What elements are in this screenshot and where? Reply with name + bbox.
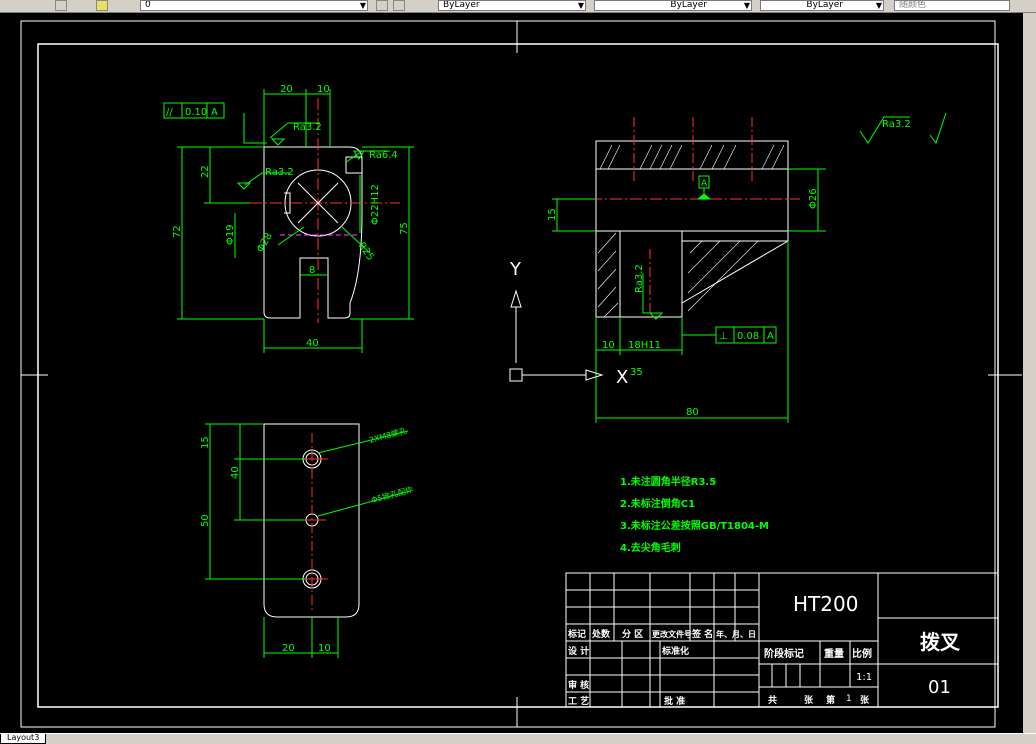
tb-date: 年、月、日: [716, 629, 756, 639]
color-value: ByLayer: [443, 0, 480, 10]
note-pin: Φ5锥孔配作: [370, 484, 415, 505]
ra-32-left: Ra3.2: [265, 167, 294, 178]
parallel-value: 0.10: [185, 107, 207, 118]
roughness-general-text: Ra3.2: [882, 119, 911, 130]
bottom-dim-40: 40: [230, 466, 241, 479]
tb-drawing-no: 01: [928, 677, 951, 698]
tb-scale: 1:1: [856, 672, 872, 683]
tb-sheet-no: 1: [846, 694, 852, 704]
side-dim-10: 10: [602, 340, 615, 351]
tb-material: HT200: [793, 592, 858, 616]
chevron-down-icon: ▼: [875, 1, 882, 10]
tb-stage-mark: 阶段标记: [764, 647, 804, 660]
dim-10-top: 10: [317, 84, 330, 95]
ra-64: Ra6.4: [369, 150, 398, 161]
plotstyle-value: 随颜色: [899, 0, 927, 10]
tb-process: 工 艺: [568, 695, 589, 707]
dim-phi22: Φ22H12: [370, 184, 381, 225]
dim-40: 40: [306, 338, 319, 349]
side-dim-18: 18H11: [628, 340, 661, 351]
dim-r25: R25: [356, 240, 376, 262]
side-ra-32: Ra3.2: [634, 264, 645, 293]
dim-75: 75: [399, 222, 410, 235]
layer-value: 0: [145, 0, 151, 10]
dim-8: 8: [309, 265, 315, 276]
lineweight-value: ByLayer: [806, 0, 843, 10]
plotstyle-dropdown[interactable]: 随颜色: [894, 0, 1010, 11]
datum-label: A: [701, 179, 708, 189]
layer-dropdown[interactable]: 0 ▼: [140, 0, 368, 11]
bottom-dim-10: 10: [318, 643, 331, 654]
color-dropdown[interactable]: ByLayer ▼: [438, 0, 586, 11]
dim-phi19: Φ19: [225, 224, 236, 245]
layer-manager-icon[interactable]: [55, 0, 67, 11]
tb-sheet-no-label: 第: [826, 694, 835, 706]
chevron-down-icon: ▼: [359, 1, 366, 10]
perp-value: 0.08: [737, 331, 759, 342]
ucs-x-label: X: [616, 367, 628, 388]
tb-change-doc: 更改文件号: [652, 629, 692, 639]
parallel-symbol: //: [166, 107, 173, 118]
note-4: 4.去尖角毛刺: [620, 541, 681, 554]
chevron-down-icon: ▼: [743, 1, 750, 10]
tb-sheet-total: 共: [768, 694, 777, 706]
bulb-icon[interactable]: [96, 0, 108, 11]
ucs-y-label: Y: [509, 259, 522, 280]
tb-standardize: 标准化: [661, 645, 689, 657]
layer-previous-icon[interactable]: [376, 0, 388, 11]
bottom-dim-15: 15: [200, 436, 211, 449]
chevron-down-icon: ▼: [577, 1, 584, 10]
ra-32-top: Ra3.2: [293, 122, 322, 133]
tb-zone: 分 区: [622, 628, 643, 640]
linetype-value: ByLayer: [670, 0, 707, 10]
side-dim-80: 80: [686, 407, 699, 418]
linetype-dropdown[interactable]: ByLayer ▼: [594, 0, 752, 11]
dim-20-top: 20: [280, 84, 293, 95]
tb-count: 处数: [591, 628, 611, 640]
properties-toolbar: 0 ▼ ByLayer ▼ ByLayer ▼ ByLayer ▼ 随颜色: [0, 0, 1036, 13]
side-dim-26: Φ26: [808, 188, 819, 209]
perp-symbol: ⊥: [719, 331, 728, 342]
perp-datum: A: [767, 331, 774, 342]
side-dim-35: 35: [630, 367, 643, 378]
layout-tabs-bar: Layout3: [0, 733, 1036, 744]
side-dim-15: 15: [547, 208, 558, 221]
ucs-icon: Y X: [509, 259, 628, 388]
tb-design: 设 计: [568, 645, 589, 657]
tb-approve: 批 准: [664, 695, 685, 707]
outer-frame: [20, 20, 996, 728]
tb-weight: 重量: [824, 647, 844, 660]
side-view: 15 Φ26 10 18H11 35 80 Ra3.2 ⊥ 0.08 A A: [547, 117, 826, 423]
tb-ratio: 比例: [852, 647, 872, 660]
bottom-view: 15 40 50 20 10 2XM8螺孔 Φ5锥孔配作: [200, 423, 415, 658]
note-2: 2.未标注倒角C1: [620, 497, 695, 510]
lineweight-dropdown[interactable]: ByLayer ▼: [760, 0, 884, 11]
note-holes: 2XM8螺孔: [368, 425, 408, 445]
drawing-canvas[interactable]: // 0.10 A 20 10 22 72 75 40 8 Φ19 Φ28 Φ2…: [0, 13, 1036, 733]
tb-part-name: 拨叉: [920, 630, 961, 654]
parallel-datum: A: [211, 107, 218, 118]
match-layer-icon[interactable]: [393, 0, 405, 11]
tb-sheet-suffix: 张: [860, 694, 870, 706]
front-view: // 0.10 A 20 10 22 72 75 40 8 Φ19 Φ28 Φ2…: [163, 84, 414, 353]
tb-sheet-label: 张: [804, 694, 814, 706]
technical-notes: 1.未注圆角半径R3.5 2.未标注倒角C1 3.未标注公差按照GB/T1804…: [620, 475, 769, 554]
note-3: 3.未标注公差按照GB/T1804-M: [620, 519, 769, 532]
tb-audit: 审 核: [568, 679, 589, 691]
vertical-scrollbar[interactable]: [1023, 13, 1036, 733]
roughness-general: Ra3.2: [859, 112, 947, 145]
dim-72: 72: [172, 225, 183, 238]
tb-mark: 标记: [567, 628, 586, 640]
bottom-dim-20: 20: [282, 643, 295, 654]
tb-sign: 签 名: [691, 628, 713, 640]
note-1: 1.未注圆角半径R3.5: [620, 475, 716, 488]
dim-phi28: Φ28: [255, 231, 275, 254]
bottom-dim-50: 50: [200, 514, 211, 527]
dim-22: 22: [200, 165, 211, 178]
